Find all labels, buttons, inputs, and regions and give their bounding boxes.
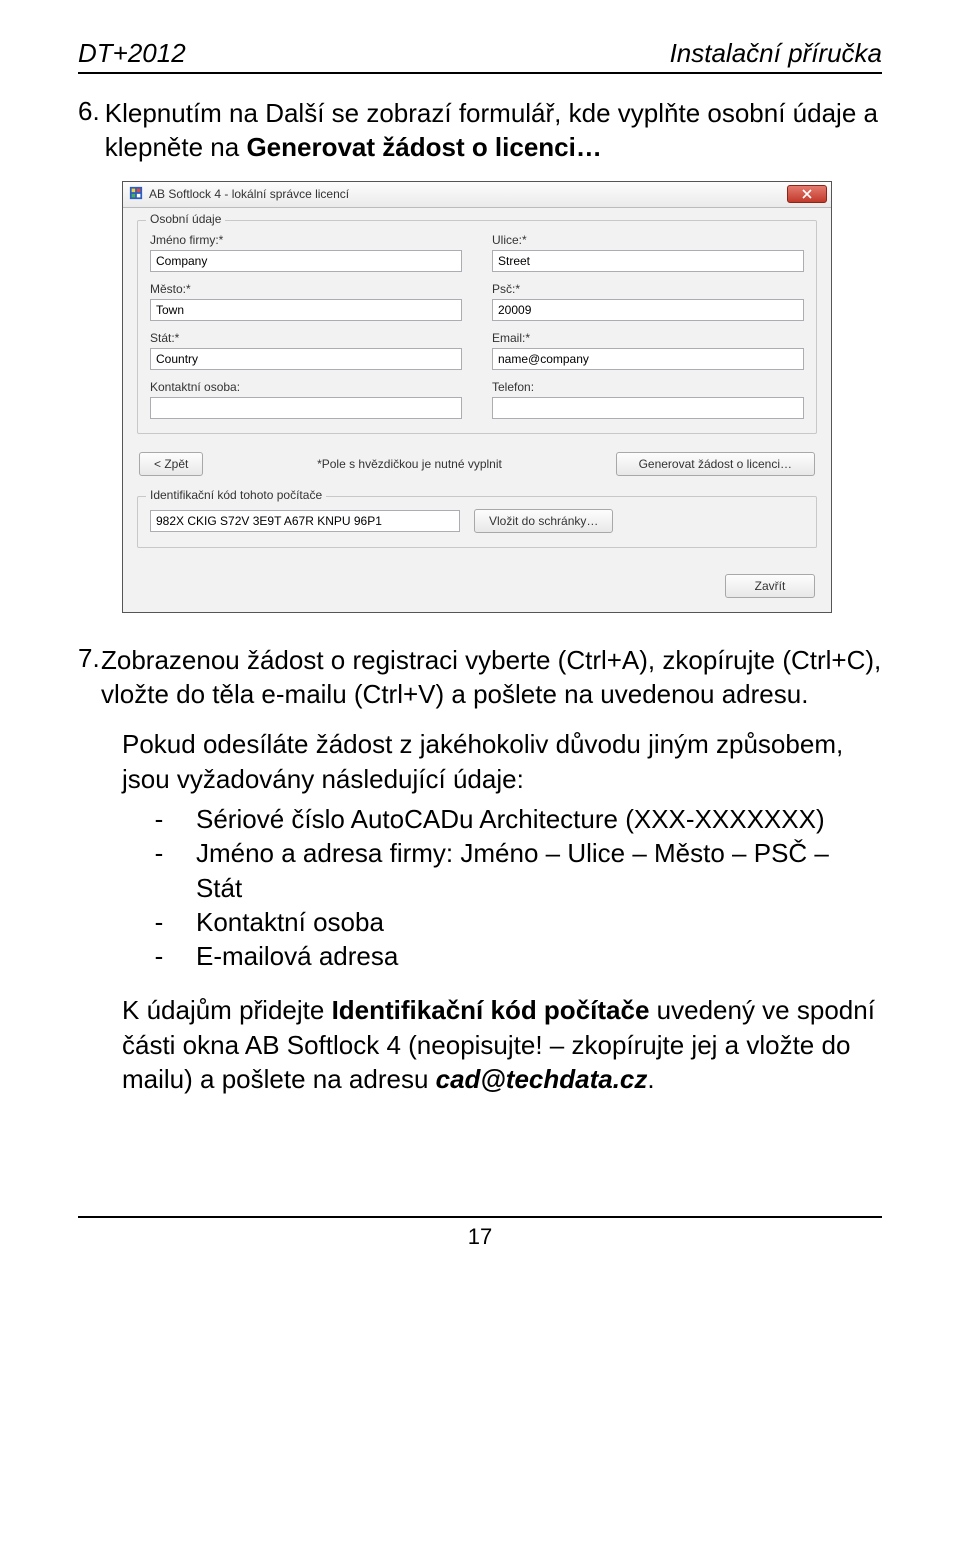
kontakt-label: Kontaktní osoba: xyxy=(150,380,462,394)
step-6-text: Klepnutím na Další se zobrazí formulář, … xyxy=(105,96,882,165)
titlebar-title: AB Softlock 4 - lokální správce licencí xyxy=(149,187,349,201)
step-7-number: 7. xyxy=(78,643,101,712)
page-number: 17 xyxy=(78,1224,882,1250)
telefon-input[interactable] xyxy=(492,397,804,419)
email-label: Email:* xyxy=(492,331,804,345)
ulice-label: Ulice:* xyxy=(492,233,804,247)
step-6-number: 6. xyxy=(78,96,105,165)
jmeno-firmy-label: Jméno firmy:* xyxy=(150,233,462,247)
dialog-screenshot: AB Softlock 4 - lokální správce licencí … xyxy=(122,181,832,613)
ulice-input[interactable] xyxy=(492,250,804,272)
header-left: DT+2012 xyxy=(78,38,186,69)
titlebar: AB Softlock 4 - lokální správce licencí xyxy=(123,182,831,208)
email-input[interactable] xyxy=(492,348,804,370)
list-item: -Jméno a adresa firmy: Jméno – Ulice – M… xyxy=(122,836,882,905)
kontakt-input[interactable] xyxy=(150,397,462,419)
list-item-text: E-mailová adresa xyxy=(196,939,398,973)
dialog-window: AB Softlock 4 - lokální správce licencí … xyxy=(122,181,832,613)
list-item-text: Sériové číslo AutoCADu Architecture (XXX… xyxy=(196,802,825,836)
mesto-label: Město:* xyxy=(150,282,462,296)
footer-rule xyxy=(78,1216,882,1218)
list-item-text: Kontaktní osoba xyxy=(196,905,384,939)
jmeno-firmy-input[interactable] xyxy=(150,250,462,272)
generate-button[interactable]: Generovat žádost o licenci… xyxy=(616,452,815,476)
close-button[interactable]: Zavřít xyxy=(725,574,815,598)
final-email: cad@techdata.cz xyxy=(436,1064,648,1094)
back-button[interactable]: < Zpět xyxy=(139,452,203,476)
osobni-legend: Osobní údaje xyxy=(146,212,225,226)
list-item-text: Jméno a adresa firmy: Jméno – Ulice – Mě… xyxy=(196,836,882,905)
list-item: -Sériové číslo AutoCADu Architecture (XX… xyxy=(122,802,882,836)
app-icon xyxy=(129,186,143,203)
stat-input[interactable] xyxy=(150,348,462,370)
step-6-bold: Generovat žádost o licenci… xyxy=(246,132,601,162)
stat-label: Stát:* xyxy=(150,331,462,345)
step-7: 7. Zobrazenou žádost o registraci vybert… xyxy=(78,643,882,712)
requirements-lead: Pokud odesíláte žádost z jakéhokoliv dův… xyxy=(122,729,843,793)
list-item: -Kontaktní osoba xyxy=(122,905,882,939)
final-t3: . xyxy=(647,1064,654,1094)
id-code-input[interactable] xyxy=(150,510,460,532)
step-6: 6. Klepnutím na Další se zobrazí formulá… xyxy=(78,96,882,165)
required-note: *Pole s hvězdičkou je nutné vyplnit xyxy=(317,457,502,471)
psc-input[interactable] xyxy=(492,299,804,321)
final-paragraph: K údajům přidejte Identifikační kód počí… xyxy=(122,993,882,1096)
psc-label: Psč:* xyxy=(492,282,804,296)
requirements-paragraph: Pokud odesíláte žádost z jakéhokoliv dův… xyxy=(122,727,882,973)
step-7-text: Zobrazenou žádost o registraci vyberte (… xyxy=(101,643,882,712)
final-t1: K údajům přidejte xyxy=(122,995,332,1025)
mesto-input[interactable] xyxy=(150,299,462,321)
footer: 17 xyxy=(78,1216,882,1250)
final-bold: Identifikační kód počítače xyxy=(332,995,650,1025)
close-icon[interactable] xyxy=(787,185,827,203)
telefon-label: Telefon: xyxy=(492,380,804,394)
clipboard-button[interactable]: Vložit do schránky… xyxy=(474,509,613,533)
id-legend: Identifikační kód tohoto počítače xyxy=(146,488,326,502)
header-right: Instalační příručka xyxy=(670,38,882,69)
list-item: -E-mailová adresa xyxy=(122,939,882,973)
